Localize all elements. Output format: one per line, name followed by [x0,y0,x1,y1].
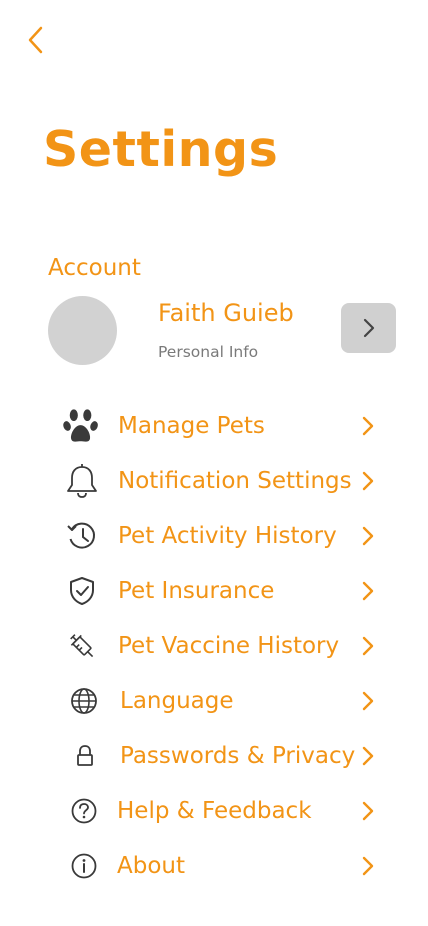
menu-item-label: Pet Vaccine History [118,633,340,659]
chevron-left-icon [28,26,43,54]
history-icon [64,512,100,560]
menu-item-label: Pet Insurance [118,578,275,604]
chevron-right-icon [358,414,378,438]
account-section-label: Account [48,255,141,281]
profile-name[interactable]: Faith Guieb [158,298,294,328]
chevron-right-icon [358,854,378,878]
chevron-right-icon [358,634,378,658]
globe-icon [66,677,102,725]
chevron-right-icon [358,579,378,603]
menu-item-label: About [117,853,186,879]
bell-icon [64,457,100,505]
menu-item-label: Pet Activity History [118,523,337,549]
menu-item-pet-activity-history[interactable]: Pet Activity History [0,512,428,560]
chevron-right-icon [363,318,374,338]
syringe-icon [64,622,100,670]
page-title: Settings [43,121,279,178]
menu-item-about[interactable]: About [0,842,428,890]
avatar[interactable] [48,296,117,365]
paw-icon [63,402,99,450]
menu-item-label: Language [120,688,234,714]
question-circle-icon [66,787,102,835]
chevron-right-icon [358,524,378,548]
chevron-right-icon [358,744,378,768]
menu-item-label: Manage Pets [118,413,265,439]
menu-item-label: Help & Feedback [117,798,312,824]
menu-item-notification-settings[interactable]: Notification Settings [0,457,428,505]
menu-item-manage-pets[interactable]: Manage Pets [0,402,428,450]
menu-item-help-feedback[interactable]: Help & Feedback [0,787,428,835]
menu-item-pet-insurance[interactable]: Pet Insurance [0,567,428,615]
menu-item-pet-vaccine-history[interactable]: Pet Vaccine History [0,622,428,670]
lock-icon [67,732,103,780]
chevron-right-icon [358,469,378,493]
shield-check-icon [64,567,100,615]
menu-item-passwords-privacy[interactable]: Passwords & Privacy [0,732,428,780]
menu-item-label: Passwords & Privacy [120,743,356,769]
info-circle-icon [66,842,102,890]
profile-subtitle[interactable]: Personal Info [158,341,258,363]
back-button[interactable] [22,24,48,56]
chevron-right-icon [358,799,378,823]
personal-info-button[interactable] [341,303,396,353]
menu-item-language[interactable]: Language [0,677,428,725]
chevron-right-icon [358,689,378,713]
menu-item-label: Notification Settings [118,468,352,494]
